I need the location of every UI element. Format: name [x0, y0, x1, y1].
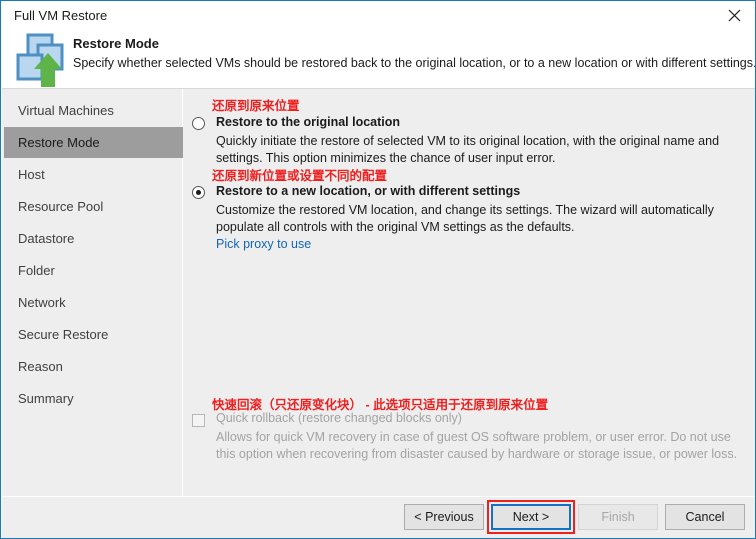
sidebar-item-host[interactable]: Host	[4, 159, 183, 190]
window-title: Full VM Restore	[14, 8, 108, 23]
sidebar-item-label: Virtual Machines	[18, 103, 114, 118]
sidebar-item-label: Network	[18, 295, 66, 310]
title-bar: Full VM Restore	[1, 0, 755, 30]
sidebar-item-resource-pool[interactable]: Resource Pool	[4, 191, 183, 222]
page-title: Restore Mode	[73, 36, 159, 51]
radio-original-location-label[interactable]: Restore to the original location	[216, 115, 400, 129]
quick-rollback-label: Quick rollback (restore changed blocks o…	[216, 411, 462, 425]
sidebar-item-label: Resource Pool	[18, 199, 104, 214]
page-subtitle: Specify whether selected VMs should be r…	[73, 56, 756, 70]
sidebar-item-label: Datastore	[18, 231, 75, 246]
finish-button: Finish	[578, 504, 658, 530]
cancel-button[interactable]: Cancel	[665, 504, 745, 530]
previous-button[interactable]: < Previous	[404, 504, 484, 530]
main-pane: 还原到原来位置 Restore to the original location…	[184, 89, 755, 497]
footer-button-bar: < Previous Next > Finish Cancel	[2, 496, 755, 538]
sidebar-item-virtual-machines[interactable]: Virtual Machines	[4, 95, 183, 126]
radio-original-location[interactable]	[192, 117, 205, 130]
sidebar-item-datastore[interactable]: Datastore	[4, 223, 183, 254]
sidebar-item-network[interactable]: Network	[4, 287, 183, 318]
sidebar-item-summary[interactable]: Summary	[4, 383, 183, 414]
sidebar-item-secure-restore[interactable]: Secure Restore	[4, 319, 183, 350]
quick-rollback-checkbox[interactable]	[192, 414, 205, 427]
vm-restore-icon	[14, 31, 72, 89]
sidebar-item-label: Summary	[18, 391, 74, 406]
wizard-sidebar: Virtual Machines Restore Mode Host Resou…	[4, 89, 183, 497]
sidebar-item-folder[interactable]: Folder	[4, 255, 183, 286]
radio-new-location[interactable]	[192, 186, 205, 199]
close-icon	[728, 9, 741, 22]
header-banner: Restore Mode Specify whether selected VM…	[2, 30, 756, 89]
sidebar-item-restore-mode[interactable]: Restore Mode	[4, 127, 183, 158]
next-button[interactable]: Next >	[491, 504, 571, 530]
pick-proxy-link[interactable]: Pick proxy to use	[216, 237, 311, 251]
radio-new-location-label[interactable]: Restore to a new location, or with diffe…	[216, 184, 520, 198]
sidebar-item-label: Host	[18, 167, 45, 182]
description-original-location: Quickly initiate the restore of selected…	[216, 134, 720, 165]
sidebar-item-label: Folder	[18, 263, 55, 278]
quick-rollback-description: Allows for quick VM recovery in case of …	[216, 430, 738, 461]
description-new-location: Customize the restored VM location, and …	[216, 203, 714, 234]
sidebar-item-reason[interactable]: Reason	[4, 351, 183, 382]
body-area: Virtual Machines Restore Mode Host Resou…	[2, 88, 755, 497]
sidebar-item-label: Restore Mode	[18, 135, 100, 150]
dialog-window: Full VM Restore Restore Mode Specify whe…	[0, 0, 756, 539]
sidebar-item-label: Secure Restore	[18, 327, 109, 342]
annotation-restore-new: 还原到新位置或设置不同的配置	[212, 169, 388, 183]
close-button[interactable]	[711, 1, 755, 30]
sidebar-item-label: Reason	[18, 359, 63, 374]
annotation-restore-original: 还原到原来位置	[212, 99, 300, 113]
